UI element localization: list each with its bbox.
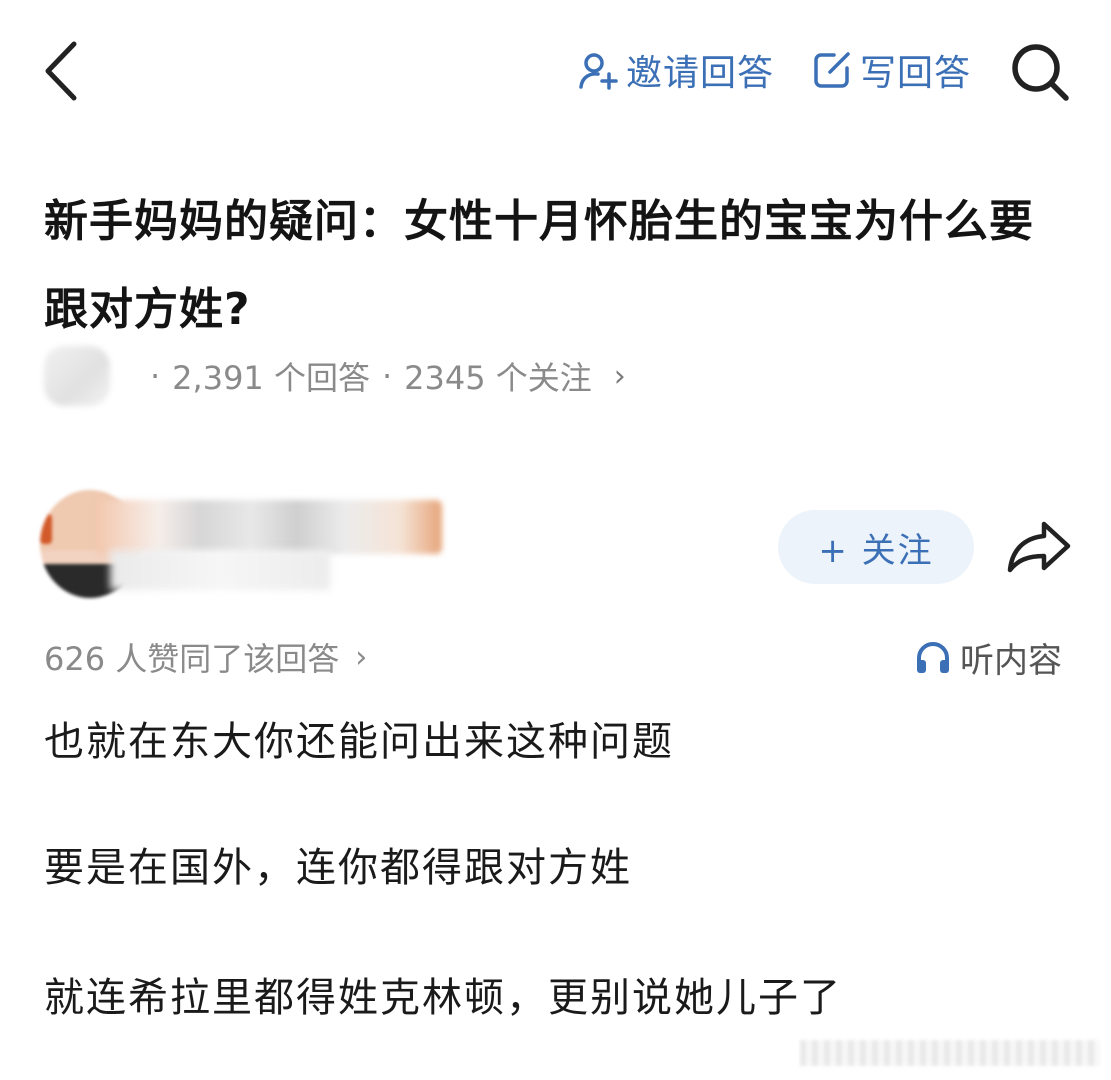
share-arrow-icon [1007, 521, 1071, 573]
invite-answer-button[interactable]: 邀请回答 [578, 42, 774, 98]
headphones-icon [917, 642, 949, 673]
watermark [800, 1040, 1100, 1066]
answer-paragraph: 也就在东大你还能问出来这种问题 [44, 719, 674, 765]
answer-paragraph: 要是在国外，连你都得跟对方姓 [44, 845, 632, 891]
listen-button[interactable]: 听内容 [914, 632, 1062, 682]
meta-separator: · [381, 357, 393, 395]
edit-icon [814, 52, 850, 88]
asker-avatar [44, 346, 110, 406]
author-row: + 关注 [0, 490, 1111, 610]
follow-label: + 关注 [818, 530, 934, 571]
back-button[interactable] [36, 36, 92, 106]
question-answer-page: 邀请回答 写回答 新手妈妈的疑问：女性十月怀胎生的宝宝为什么要跟对方姓? · 2… [0, 0, 1111, 1080]
chevron-right-icon: › [355, 639, 368, 675]
author-bio-redacted [110, 550, 330, 590]
person-plus-icon [579, 53, 618, 90]
listen-label: 听内容 [960, 640, 1062, 681]
search-button[interactable] [1008, 40, 1072, 104]
answer-paragraph: 就连希拉里都得姓克林顿，更别说她儿子了 [44, 975, 842, 1021]
question-meta[interactable]: · 2,391 个回答 · 2345 个关注 › [44, 346, 626, 406]
write-answer-label: 写回答 [860, 53, 972, 94]
invite-answer-label: 邀请回答 [626, 53, 775, 94]
share-button[interactable] [1004, 514, 1074, 578]
top-bar: 邀请回答 写回答 [0, 0, 1111, 140]
follow-button[interactable]: + 关注 [778, 510, 974, 584]
author-name-redacted[interactable] [96, 500, 442, 554]
chevron-right-icon: › [613, 358, 626, 394]
answers-count: 2,391 个回答 [172, 359, 370, 397]
upvote-count-text: 626 人赞同了该回答 [44, 640, 340, 678]
question-title: 新手妈妈的疑问：女性十月怀胎生的宝宝为什么要跟对方姓? [44, 196, 1034, 335]
search-icon [1012, 44, 1069, 101]
followers-count: 2345 个关注 [404, 359, 592, 397]
chevron-left-icon [45, 41, 77, 101]
upvote-summary[interactable]: 626 人赞同了该回答 › [44, 632, 367, 682]
meta-separator: · [150, 357, 161, 395]
write-answer-button[interactable]: 写回答 [812, 42, 971, 98]
